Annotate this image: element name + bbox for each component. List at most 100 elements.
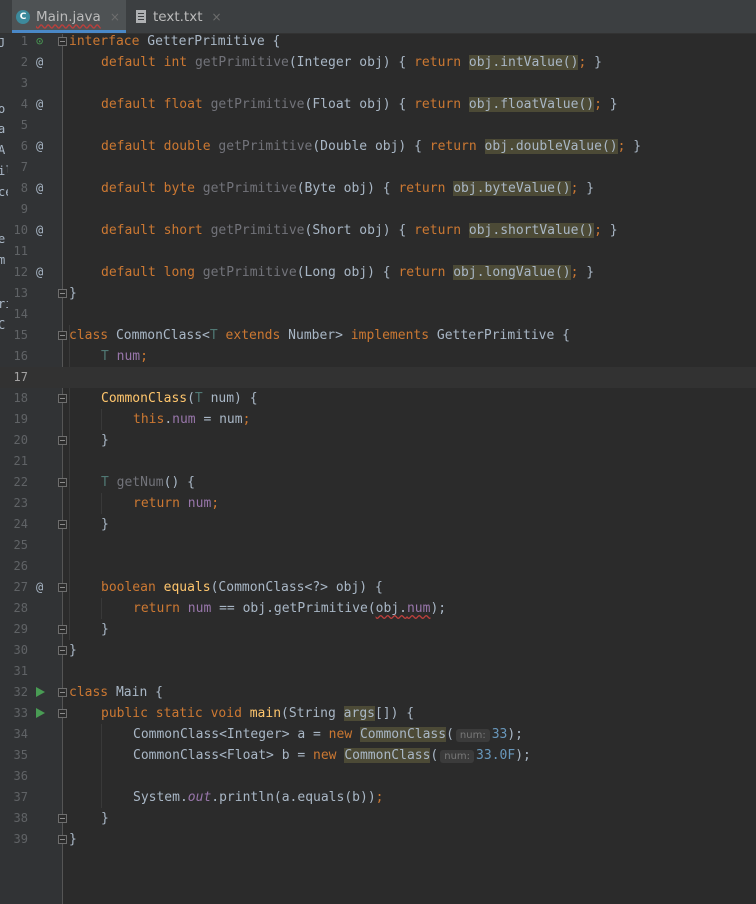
token: ; xyxy=(375,790,384,805)
token: CommonClass<Integer> a = xyxy=(133,727,329,742)
fold-icon[interactable] xyxy=(58,394,67,403)
fold-icon[interactable] xyxy=(58,436,67,445)
token: num xyxy=(187,496,212,511)
line-number: 10 xyxy=(13,223,28,237)
code-text: CommonClass(T num) { xyxy=(101,388,258,409)
code-text: } xyxy=(101,514,109,535)
code-line: 1 ⊙ interface GetterPrimitive { xyxy=(0,31,756,52)
token: (Long obj) { xyxy=(296,265,399,280)
code-text: T num; xyxy=(101,346,148,367)
override-icon[interactable]: @ xyxy=(36,136,43,157)
implemented-icon[interactable]: ⊙ xyxy=(36,31,43,52)
line-number: 34 xyxy=(13,727,28,741)
token: ( xyxy=(446,727,454,742)
token: equals xyxy=(163,580,211,595)
token: T xyxy=(194,391,203,406)
tab-label: Main.java xyxy=(36,8,101,25)
parameter-hint: num: xyxy=(440,750,475,763)
code-line: 29 } xyxy=(0,619,756,640)
token: num xyxy=(187,601,212,616)
token: getPrimitive xyxy=(202,181,297,196)
run-icon[interactable] xyxy=(36,687,45,697)
run-icon[interactable] xyxy=(36,708,45,718)
token: default xyxy=(101,223,156,238)
fold-icon[interactable] xyxy=(58,814,67,823)
token: num xyxy=(172,412,196,427)
token: return xyxy=(429,139,477,154)
token: default xyxy=(101,55,156,70)
token: return xyxy=(398,265,446,280)
override-icon[interactable]: @ xyxy=(36,94,43,115)
override-icon[interactable]: @ xyxy=(36,577,43,598)
fold-icon[interactable] xyxy=(58,331,67,340)
code-text: CommonClass<Integer> a = new CommonClass… xyxy=(133,724,523,746)
code-line: 27 @ boolean equals(CommonClass<?> obj) … xyxy=(0,577,756,598)
fold-icon[interactable] xyxy=(58,478,67,487)
fold-icon[interactable] xyxy=(58,646,67,655)
fold-icon[interactable] xyxy=(58,583,67,592)
code-line: 36 xyxy=(0,766,756,787)
token: obj.intValue() xyxy=(468,55,579,70)
code-text: } xyxy=(69,829,77,850)
tab-main-java[interactable]: C Main.java × xyxy=(12,0,126,33)
token: Main { xyxy=(108,685,163,700)
code-text: } xyxy=(69,640,77,661)
code-line: 7 xyxy=(0,157,756,178)
code-line: 10 @ default short getPrimitive(Short ob… xyxy=(0,220,756,241)
line-number: 11 xyxy=(13,244,28,258)
override-icon[interactable]: @ xyxy=(36,220,43,241)
token: CommonClass xyxy=(359,727,447,742)
code-line: 19 this.num = num; xyxy=(0,409,756,430)
token: } xyxy=(578,265,595,280)
fold-icon[interactable] xyxy=(58,520,67,529)
token: obj.shortValue() xyxy=(468,223,595,238)
token: return xyxy=(414,55,462,70)
close-icon[interactable]: × xyxy=(212,10,222,24)
fold-icon[interactable] xyxy=(58,835,67,844)
token: T xyxy=(209,328,218,343)
token: ); xyxy=(430,601,447,616)
fold-icon[interactable] xyxy=(58,709,67,718)
code-line: 31 xyxy=(0,661,756,682)
line-number: 33 xyxy=(13,706,28,720)
fold-icon[interactable] xyxy=(58,688,67,697)
token: obj. xyxy=(375,601,407,616)
line-number: 14 xyxy=(13,307,28,321)
tab-text-txt[interactable]: text.txt × xyxy=(136,0,226,33)
override-icon[interactable]: @ xyxy=(36,262,43,283)
token: ; xyxy=(242,412,251,427)
token: extends xyxy=(225,328,281,343)
token: obj.longValue() xyxy=(453,265,571,280)
fold-icon[interactable] xyxy=(58,625,67,634)
close-icon[interactable]: × xyxy=(110,10,120,24)
fold-icon[interactable] xyxy=(58,289,67,298)
token: return xyxy=(398,181,446,196)
fold-icon[interactable] xyxy=(58,37,67,46)
token: void xyxy=(210,706,242,721)
token: args xyxy=(343,706,375,721)
line-number: 6 xyxy=(20,139,28,153)
code-text: class CommonClass<T extends Number> impl… xyxy=(69,325,570,346)
token: long xyxy=(163,265,195,280)
code-line: 32 class Main { xyxy=(0,682,756,703)
code-text: default long getPrimitive(Long obj) { re… xyxy=(101,262,594,283)
code-text: } xyxy=(101,430,109,451)
line-number: 3 xyxy=(20,76,28,90)
override-icon[interactable]: @ xyxy=(36,52,43,73)
token: implements xyxy=(350,328,430,343)
code-line: 16 T num; xyxy=(0,346,756,367)
token: default xyxy=(101,265,156,280)
override-icon[interactable]: @ xyxy=(36,178,43,199)
token: getPrimitive xyxy=(210,223,305,238)
token: (Byte obj) { xyxy=(296,181,399,196)
code-text: boolean equals(CommonClass<?> obj) { xyxy=(101,577,383,598)
code-line: 3 xyxy=(0,73,756,94)
token: CommonClass xyxy=(101,391,188,406)
token: T xyxy=(101,349,109,364)
